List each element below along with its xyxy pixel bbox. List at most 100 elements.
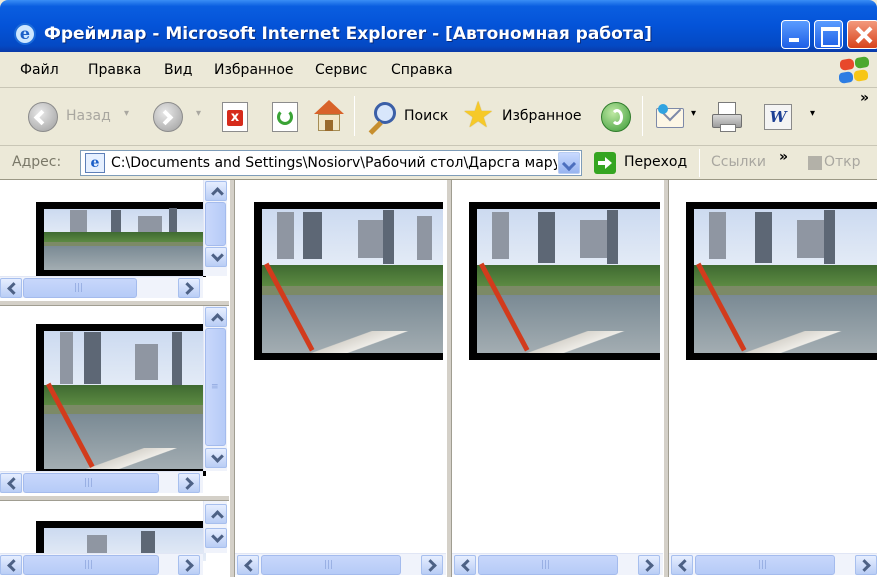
search-button-label[interactable]: Поиск	[404, 108, 448, 124]
search-icon[interactable]	[364, 100, 400, 136]
scroll-left-icon[interactable]	[0, 278, 22, 298]
scroll-grip: |||	[541, 560, 551, 570]
frame-left-middle[interactable]: ≡ |||	[0, 306, 229, 495]
back-dropdown-icon[interactable]: ▾	[124, 108, 129, 119]
horizontal-scrollbar[interactable]: |||	[0, 553, 203, 575]
menu-bar: Файл Правка Вид Избранное Сервис Справка	[0, 52, 877, 88]
scroll-left-icon[interactable]	[237, 555, 259, 575]
scroll-grip: ≡	[211, 382, 219, 392]
word-icon[interactable]: W	[764, 104, 792, 130]
frame-left-top[interactable]: |||	[0, 180, 229, 300]
browser-window: e Фреймлар - Microsoft Internet Explorer…	[0, 0, 877, 577]
window-title: Фреймлар - Microsoft Internet Explorer -…	[44, 24, 652, 44]
scroll-thumb[interactable]: |||	[23, 278, 137, 298]
toolbar-separator	[354, 96, 355, 136]
scroll-up-icon[interactable]	[205, 181, 227, 201]
minimize-icon[interactable]	[781, 20, 810, 49]
scroll-thumb[interactable]: ≡	[205, 328, 226, 446]
links-label[interactable]: Ссылки	[711, 154, 766, 170]
go-button-label[interactable]: Переход	[624, 154, 687, 170]
scroll-right-icon[interactable]	[178, 473, 200, 493]
menu-help[interactable]: Справка	[391, 62, 453, 78]
frame-left-bottom[interactable]: |||	[0, 501, 229, 577]
go-arrow-icon[interactable]	[594, 152, 616, 174]
scroll-up-icon[interactable]	[205, 307, 227, 327]
stop-icon[interactable]: x	[222, 102, 248, 132]
horizontal-scrollbar[interactable]: |||	[235, 553, 446, 575]
address-input[interactable]: e C:\Documents and Settings\Nosiorv\Рабо…	[80, 150, 582, 176]
horizontal-scrollbar[interactable]: |||	[0, 276, 203, 298]
scroll-thumb[interactable]: |||	[478, 555, 618, 575]
forward-icon[interactable]	[153, 102, 183, 132]
mail-dropdown-icon[interactable]: ▾	[691, 108, 696, 119]
back-icon[interactable]	[28, 102, 58, 132]
vertical-scrollbar[interactable]	[203, 180, 227, 276]
favorites-star-icon[interactable]: ★	[462, 98, 500, 136]
scroll-thumb[interactable]: |||	[23, 473, 159, 493]
word-dropdown-icon[interactable]: ▾	[810, 108, 815, 119]
scroll-right-icon[interactable]	[638, 555, 660, 575]
frame-main-3[interactable]: |||	[669, 180, 877, 577]
scroll-right-icon[interactable]	[178, 278, 200, 298]
media-icon[interactable]	[601, 102, 631, 132]
scroll-thumb[interactable]: |||	[695, 555, 835, 575]
toolbar-overflow-icon[interactable]: »	[860, 90, 869, 106]
menu-edit[interactable]: Правка	[88, 62, 141, 78]
scroll-down-icon[interactable]	[205, 528, 227, 548]
scroll-thumb[interactable]	[205, 202, 226, 246]
horizontal-scrollbar[interactable]: |||	[0, 471, 203, 493]
scroll-down-icon[interactable]	[205, 448, 227, 468]
scroll-grip: |||	[758, 560, 768, 570]
favorites-button-label[interactable]: Избранное	[502, 108, 582, 124]
maximize-icon[interactable]	[814, 20, 843, 49]
scroll-grip: |||	[324, 560, 334, 570]
address-label: Адрес:	[12, 154, 62, 170]
menu-file[interactable]: Файл	[20, 62, 59, 78]
home-icon[interactable]	[313, 100, 345, 134]
frame-photo	[686, 202, 877, 360]
frame-photo	[36, 324, 206, 476]
links-overflow-icon[interactable]: »	[779, 149, 788, 165]
vertical-scrollbar[interactable]: ≡	[203, 306, 227, 471]
vertical-scrollbar[interactable]	[203, 501, 227, 553]
scroll-grip: |||	[74, 283, 84, 293]
menu-tools[interactable]: Сервис	[315, 62, 367, 78]
scroll-right-icon[interactable]	[855, 555, 877, 575]
scroll-thumb[interactable]: |||	[261, 555, 401, 575]
address-value[interactable]: C:\Documents and Settings\Nosiorv\Рабочи…	[111, 155, 557, 171]
scroll-thumb[interactable]: |||	[23, 555, 159, 575]
print-icon[interactable]	[710, 102, 746, 134]
address-separator	[699, 149, 700, 177]
forward-dropdown-icon[interactable]: ▾	[196, 108, 201, 119]
frame-photo	[254, 202, 443, 360]
frame-main-2[interactable]: |||	[452, 180, 663, 577]
frame-main-1[interactable]: |||	[235, 180, 446, 577]
mail-icon[interactable]	[654, 98, 688, 130]
scroll-left-icon[interactable]	[0, 555, 22, 575]
scroll-left-icon[interactable]	[454, 555, 476, 575]
open-label[interactable]: Откр	[824, 154, 861, 170]
scroll-left-icon[interactable]	[0, 473, 22, 493]
scroll-left-icon[interactable]	[671, 555, 693, 575]
frame-photo	[469, 202, 660, 360]
refresh-icon[interactable]	[272, 102, 298, 132]
horizontal-scrollbar[interactable]: |||	[669, 553, 877, 575]
scroll-grip: |||	[84, 478, 94, 488]
toolbar-separator-2	[642, 96, 643, 136]
scroll-right-icon[interactable]	[178, 555, 200, 575]
title-bar: e Фреймлар - Microsoft Internet Explorer…	[0, 0, 877, 52]
menu-view[interactable]: Вид	[164, 62, 192, 78]
scroll-down-icon[interactable]	[205, 247, 227, 267]
open-icon	[808, 156, 822, 170]
frame-photo	[36, 202, 206, 277]
menu-favorites[interactable]: Избранное	[214, 62, 294, 78]
windows-logo-icon	[836, 55, 872, 85]
close-icon[interactable]	[847, 20, 877, 49]
scroll-up-icon[interactable]	[205, 504, 227, 524]
address-dropdown-icon[interactable]	[558, 152, 580, 174]
scroll-right-icon[interactable]	[421, 555, 443, 575]
horizontal-scrollbar[interactable]: |||	[452, 553, 663, 575]
back-button-label[interactable]: Назад	[66, 108, 111, 124]
ie-icon[interactable]: e	[14, 23, 36, 45]
frameset: ||| ≡ ||| ||| ||| ||| |||	[0, 180, 877, 577]
